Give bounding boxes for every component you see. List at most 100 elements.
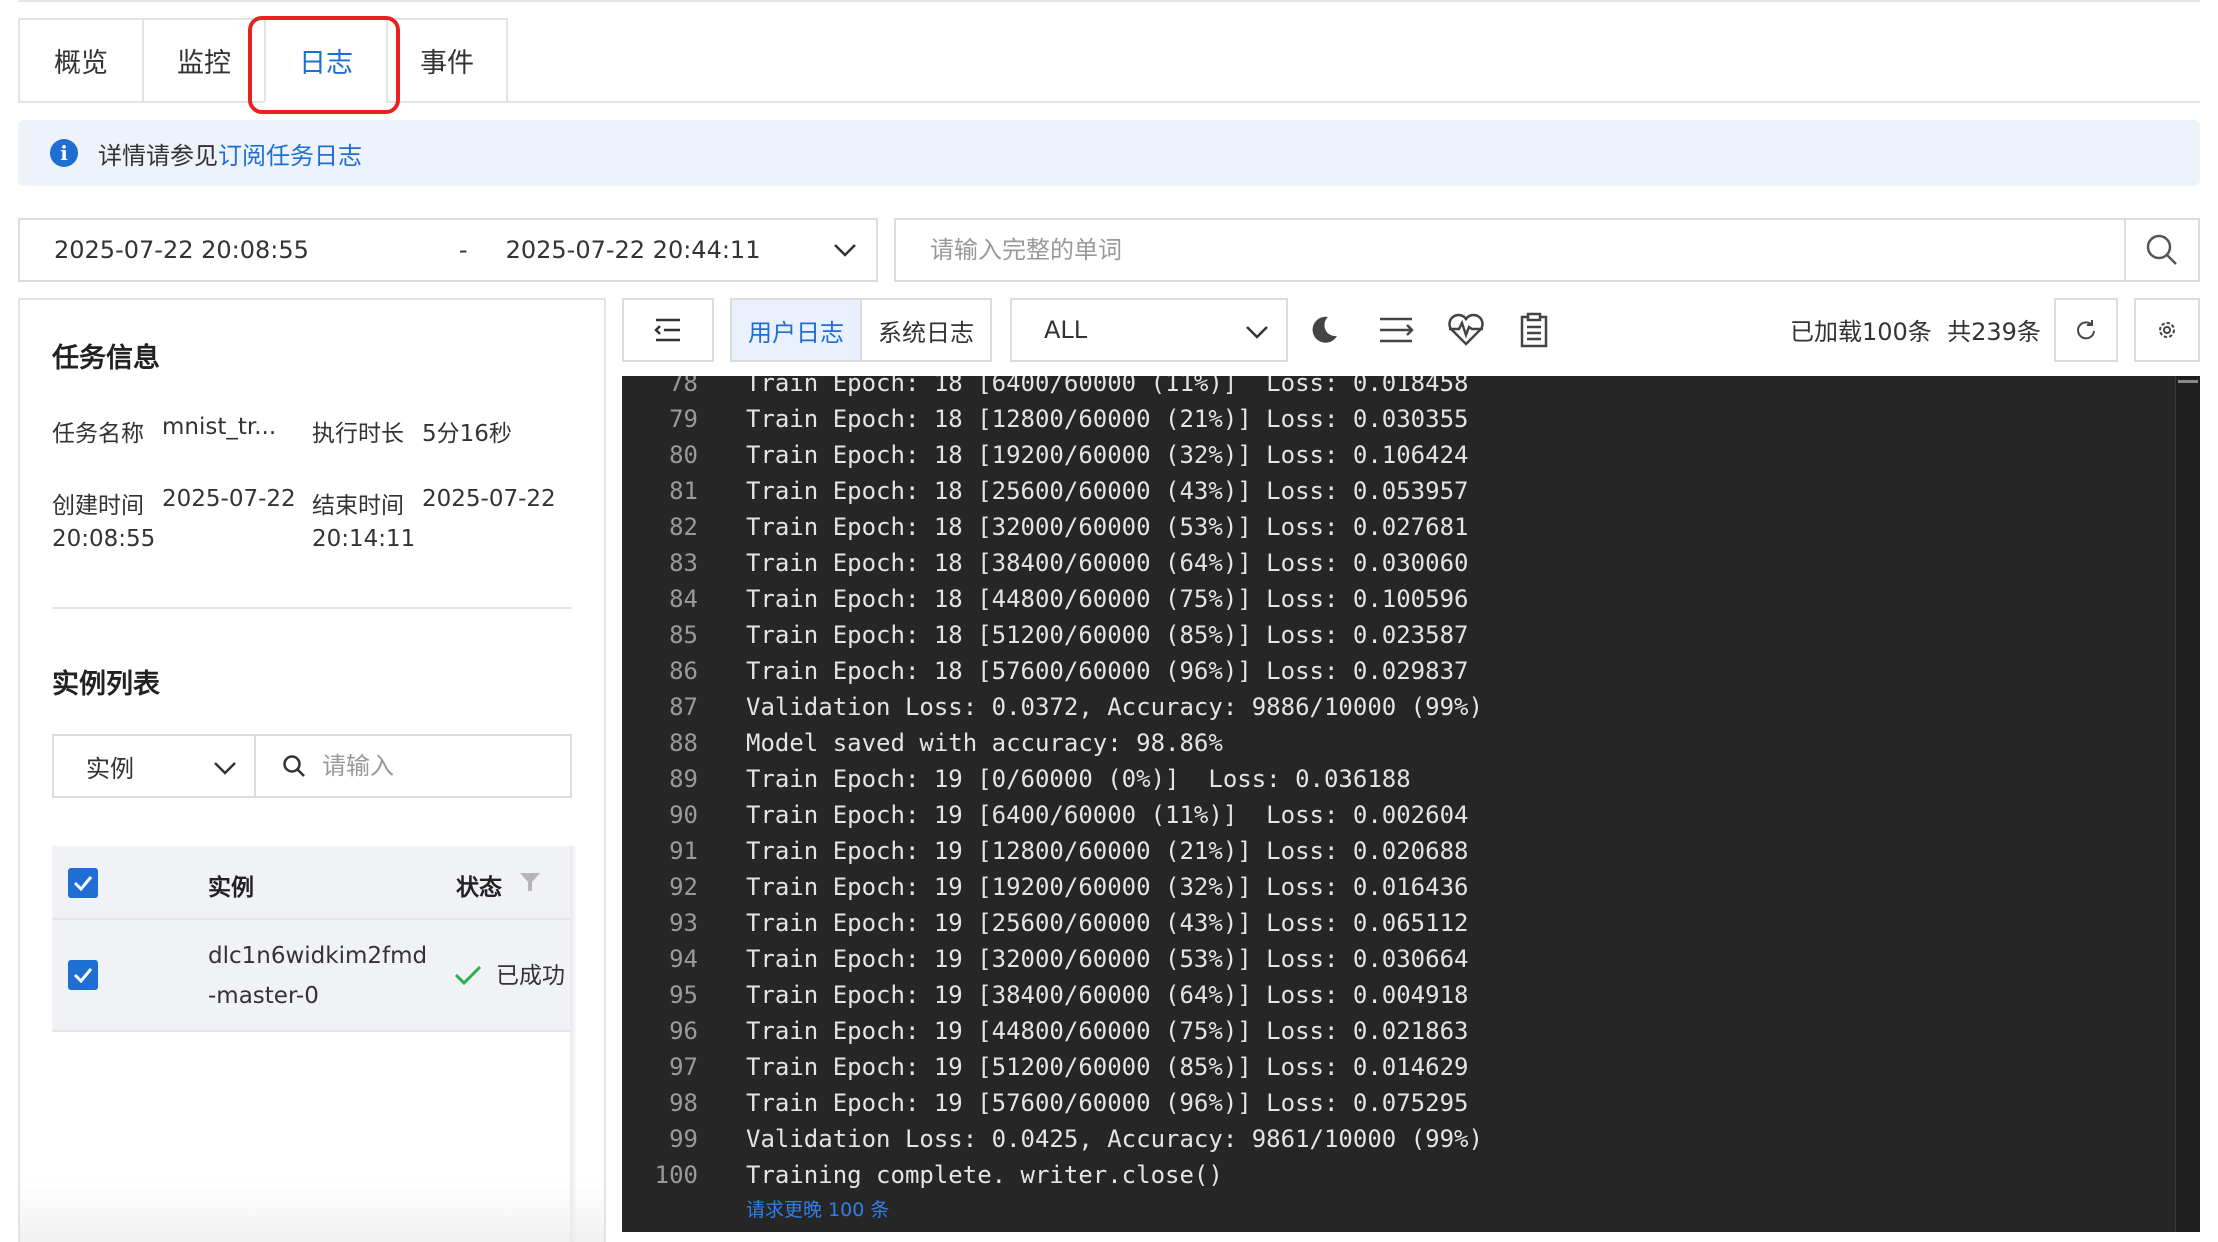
log-level-select[interactable]: ALL [1010,298,1288,362]
select-all-checkbox[interactable] [68,868,98,898]
time-range-picker[interactable]: 2025-07-22 20:08:55 - 2025-07-22 20:44:1… [18,218,878,282]
panel-fade [20,1180,604,1242]
chevron-down-icon [1246,326,1268,339]
task-name-label: 任务名称 [52,421,144,447]
log-line: 97 Train Epoch: 19 [51200/60000 (85%)] Lo… [622,1049,2182,1085]
log-line-number: 94 [669,945,698,973]
tab-overview[interactable]: 概览 [18,18,142,103]
log-line-text: Train Epoch: 18 [44800/60000 (75%)] Loss… [746,585,1469,613]
log-line-text: Train Epoch: 18 [57600/60000 (96%)] Loss… [746,657,1469,685]
duration-label: 执行时长 [312,421,404,447]
log-line: 96 Train Epoch: 19 [44800/60000 (75%)] Lo… [622,1013,2182,1049]
log-line-number: 93 [669,909,698,937]
log-line-text: Train Epoch: 18 [38400/60000 (64%)] Loss… [746,549,1469,577]
log-line-text: Model saved with accuracy: 98.86% [746,729,1223,757]
instance-table-header: 实例 状态 [52,846,572,920]
log-line-number: 89 [669,765,698,793]
log-line-text: Train Epoch: 19 [19200/60000 (32%)] Loss… [746,873,1469,901]
refresh-button[interactable] [2054,298,2118,362]
log-scrollbar-thumb[interactable] [2178,380,2198,383]
log-line-text: Training complete. writer.close() [746,1161,1223,1189]
log-count: 已加载100条 共239条 [1790,312,2041,347]
table-row[interactable]: dlc1n6widkim2fmd -master-0 已成功 [52,920,572,1032]
success-check-icon [454,965,482,986]
log-line: 89 Train Epoch: 19 [0/60000 (0%)] Loss: 0… [622,761,2182,797]
log-line-text: Train Epoch: 19 [6400/60000 (11%)] Loss:… [746,801,1469,829]
info-text: 详情请参见 [98,141,218,170]
filter-icon[interactable] [518,870,542,894]
search-icon [2146,234,2177,265]
check-icon [73,876,93,891]
log-line: 92 Train Epoch: 19 [19200/60000 (32%)] Lo… [622,869,2182,905]
log-line-text: Validation Loss: 0.0372, Accuracy: 9886/… [746,693,1483,721]
end-time: 2025-07-22 20:44:11 [505,236,761,264]
log-search-input[interactable] [928,221,2132,279]
log-line: 100 Training complete. writer.close() [622,1157,2182,1193]
chevron-down-icon [214,762,236,775]
log-search-field[interactable] [894,218,2200,282]
instance-filter-select[interactable]: 实例 [52,734,256,798]
instance-status: 已成功 [496,963,565,989]
log-line-text: Train Epoch: 18 [12800/60000 (21%)] Loss… [746,405,1469,433]
settings-button[interactable] [2134,298,2200,362]
log-line-text: Train Epoch: 18 [25600/60000 (43%)] Loss… [746,477,1469,505]
instance-search-input[interactable] [320,740,554,792]
row-checkbox[interactable] [68,960,98,990]
log-line: 84 Train Epoch: 18 [44800/60000 (75%)] Lo… [622,581,2182,617]
column-instance: 实例 [208,875,254,901]
log-line-text: Train Epoch: 18 [32000/60000 (53%)] Loss… [746,513,1469,541]
section-divider [52,607,572,609]
log-line-text: Train Epoch: 19 [0/60000 (0%)] Loss: 0.0… [746,765,1411,793]
instance-filter-value: 实例 [86,754,134,783]
tab-monitoring[interactable]: 监控 [142,18,264,103]
check-icon [73,968,93,983]
moon-icon [1312,316,1337,343]
instance-list-title: 实例列表 [52,669,160,700]
wrap-lines-button[interactable] [1374,308,1418,352]
log-line-number: 91 [669,837,698,865]
user-log-tab[interactable]: 用户日志 [730,298,862,362]
log-line-number: 78 [669,376,698,397]
log-line-number: 97 [669,1053,698,1081]
clipboard-button[interactable] [1512,308,1556,352]
ended-time: 20:14:11 [312,526,416,552]
total-count: 共239条 [1947,318,2041,346]
system-log-tab[interactable]: 系统日志 [860,298,992,362]
clipboard-icon [1520,312,1548,348]
log-line-number: 83 [669,549,698,577]
log-line-text: Train Epoch: 19 [12800/60000 (21%)] Loss… [746,837,1469,865]
log-level-value: ALL [1044,316,1088,344]
log-line-number: 82 [669,513,698,541]
log-line-text: Train Epoch: 18 [6400/60000 (11%)] Loss:… [746,376,1469,397]
subscribe-log-link[interactable]: 订阅任务日志 [218,136,362,171]
dark-mode-button[interactable] [1302,308,1346,352]
log-line-text: Validation Loss: 0.0425, Accuracy: 9861/… [746,1125,1483,1153]
log-line: 95 Train Epoch: 19 [38400/60000 (64%)] Lo… [622,977,2182,1013]
ended-label: 结束时间 [312,493,404,519]
log-line: 98 Train Epoch: 19 [57600/60000 (96%)] Lo… [622,1085,2182,1121]
health-button[interactable] [1444,308,1488,352]
log-line-number: 81 [669,477,698,505]
log-line-text: Train Epoch: 19 [51200/60000 (85%)] Loss… [746,1053,1469,1081]
log-line: 80 Train Epoch: 18 [19200/60000 (32%)] Lo… [622,437,2182,473]
info-icon: i [50,139,78,167]
log-line-number: 92 [669,873,698,901]
log-scrollbar[interactable] [2175,376,2200,1232]
log-line-number: 95 [669,981,698,1009]
load-more-link[interactable]: 请求更晚 100 条 [746,1195,889,1222]
log-line-number: 86 [669,657,698,685]
log-viewer[interactable]: 78 Train Epoch: 18 [6400/60000 (11%)] Los… [622,376,2200,1232]
tab-events[interactable]: 事件 [386,18,508,103]
search-button[interactable] [2124,220,2198,280]
refresh-icon [2077,320,2095,340]
log-line: 90 Train Epoch: 19 [6400/60000 (11%)] Los… [622,797,2182,833]
toggle-sidebar-button[interactable] [622,298,714,362]
log-line-text: Train Epoch: 19 [44800/60000 (75%)] Loss… [746,1017,1469,1045]
log-line-number: 80 [669,441,698,469]
instance-name: dlc1n6widkim2fmd -master-0 [208,943,428,1009]
tab-logs[interactable]: 日志 [264,18,386,103]
log-line-number: 99 [669,1125,698,1153]
instance-search-field[interactable] [254,734,572,798]
log-line-number: 79 [669,405,698,433]
created-label: 创建时间 [52,493,144,519]
